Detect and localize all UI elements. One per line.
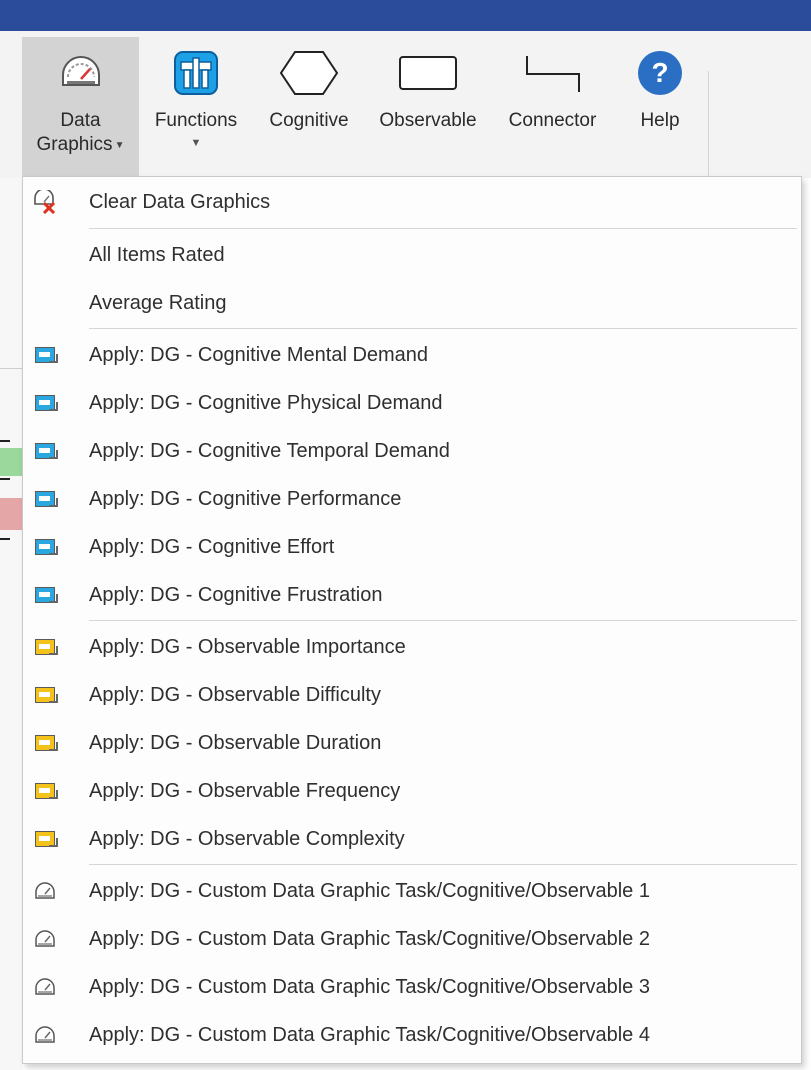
chevron-down-icon: ▼ <box>190 137 202 149</box>
gauge-icon <box>33 927 57 951</box>
functions-label: Functions <box>154 110 238 131</box>
menu-item-label: Apply: DG - Cognitive Performance <box>89 488 402 510</box>
blue-data-graphic-icon <box>35 395 58 411</box>
green-shape-fragment <box>0 448 22 476</box>
connector-button[interactable]: Connector <box>491 37 614 133</box>
gauge-icon <box>33 879 57 903</box>
data-graphics-label-line1: Data <box>60 110 101 131</box>
blue-data-graphic-icon <box>35 587 58 603</box>
menu-item-cognitive-physical-demand[interactable]: Apply: DG - Cognitive Physical Demand <box>23 380 801 426</box>
connector-icon <box>525 56 580 92</box>
menu-item-label: Apply: DG - Observable Difficulty <box>89 684 381 706</box>
menu-item-label: Apply: DG - Custom Data Graphic Task/Cog… <box>89 880 650 902</box>
menu-item-label: Apply: DG - Observable Frequency <box>89 780 401 802</box>
cognitive-button[interactable]: Cognitive <box>254 37 364 133</box>
help-icon: ? <box>638 51 682 95</box>
menu-item-label: Clear Data Graphics <box>89 191 271 213</box>
menu-item-custom-data-graphic-4[interactable]: Apply: DG - Custom Data Graphic Task/Cog… <box>23 1012 801 1058</box>
help-label: Help <box>640 110 680 131</box>
document-area-edge <box>0 178 22 1070</box>
menu-item-observable-duration[interactable]: Apply: DG - Observable Duration <box>23 720 801 766</box>
yellow-data-graphic-icon <box>35 639 58 655</box>
menu-item-observable-frequency[interactable]: Apply: DG - Observable Frequency <box>23 768 801 814</box>
rectangle-icon <box>399 56 457 90</box>
gauge-icon <box>61 56 100 86</box>
menu-item-average-rating[interactable]: Average Rating <box>23 280 801 326</box>
connector-label: Connector <box>508 110 597 131</box>
menu-separator <box>89 228 797 229</box>
functions-button[interactable]: Functions ▼ <box>141 37 251 153</box>
menu-item-observable-importance[interactable]: Apply: DG - Observable Importance <box>23 624 801 670</box>
menu-item-custom-data-graphic-1[interactable]: Apply: DG - Custom Data Graphic Task/Cog… <box>23 868 801 914</box>
menu-item-label: Apply: DG - Cognitive Frustration <box>89 584 383 606</box>
chevron-down-icon: ▼ <box>114 140 125 151</box>
menu-separator <box>89 328 797 329</box>
gauge-icon <box>33 975 57 999</box>
menu-item-label: Apply: DG - Custom Data Graphic Task/Cog… <box>89 1024 650 1046</box>
menu-item-clear-data-graphics[interactable]: Clear Data Graphics <box>23 179 801 225</box>
menu-item-label: Apply: DG - Observable Duration <box>89 732 382 754</box>
menu-item-label: Average Rating <box>89 292 227 314</box>
blue-data-graphic-icon <box>35 347 58 363</box>
observable-button[interactable]: Observable <box>367 37 489 133</box>
menu-item-cognitive-frustration[interactable]: Apply: DG - Cognitive Frustration <box>23 572 801 618</box>
menu-item-label: Apply: DG - Custom Data Graphic Task/Cog… <box>89 976 650 998</box>
gauge-icon <box>33 1023 57 1047</box>
menu-separator <box>89 864 797 865</box>
menu-item-label: Apply: DG - Cognitive Effort <box>89 536 335 558</box>
menu-item-observable-difficulty[interactable]: Apply: DG - Observable Difficulty <box>23 672 801 718</box>
menu-item-custom-data-graphic-2[interactable]: Apply: DG - Custom Data Graphic Task/Cog… <box>23 916 801 962</box>
red-shape-fragment <box>0 498 22 530</box>
blue-data-graphic-icon <box>35 491 58 507</box>
title-bar <box>0 0 811 31</box>
observable-label: Observable <box>379 110 477 131</box>
clear-data-graphics-icon <box>33 190 57 214</box>
ribbon: Data Graphics ▼ Functions ▼ Cognitive Ob… <box>0 31 811 206</box>
data-graphics-menu: Clear Data Graphics All Items Rated Aver… <box>22 176 802 1064</box>
menu-item-label: Apply: DG - Observable Importance <box>89 636 406 658</box>
data-graphics-button[interactable]: Data Graphics ▼ <box>22 37 139 178</box>
menu-item-observable-complexity[interactable]: Apply: DG - Observable Complexity <box>23 816 801 862</box>
yellow-data-graphic-icon <box>35 735 58 751</box>
help-button[interactable]: ? Help <box>616 37 704 133</box>
yellow-data-graphic-icon <box>35 783 58 799</box>
blue-data-graphic-icon <box>35 539 58 555</box>
menu-item-cognitive-effort[interactable]: Apply: DG - Cognitive Effort <box>23 524 801 570</box>
svg-text:?: ? <box>651 57 668 88</box>
data-graphics-label-line2: Graphics <box>36 134 113 155</box>
blue-data-graphic-icon <box>35 443 58 459</box>
menu-item-custom-data-graphic-3[interactable]: Apply: DG - Custom Data Graphic Task/Cog… <box>23 964 801 1010</box>
menu-item-label: Apply: DG - Observable Complexity <box>89 828 405 850</box>
menu-item-cognitive-performance[interactable]: Apply: DG - Cognitive Performance <box>23 476 801 522</box>
menu-item-label: Apply: DG - Custom Data Graphic Task/Cog… <box>89 928 650 950</box>
hexagon-icon <box>279 51 339 95</box>
menu-item-cognitive-mental-demand[interactable]: Apply: DG - Cognitive Mental Demand <box>23 332 801 378</box>
functions-icon <box>174 51 218 95</box>
menu-item-label: Apply: DG - Cognitive Temporal Demand <box>89 440 450 462</box>
menu-separator <box>89 620 797 621</box>
menu-item-cognitive-temporal-demand[interactable]: Apply: DG - Cognitive Temporal Demand <box>23 428 801 474</box>
yellow-data-graphic-icon <box>35 687 58 703</box>
cognitive-label: Cognitive <box>269 110 349 131</box>
menu-item-label: Apply: DG - Cognitive Physical Demand <box>89 392 443 414</box>
menu-item-label: All Items Rated <box>89 244 225 266</box>
yellow-data-graphic-icon <box>35 831 58 847</box>
menu-item-label: Apply: DG - Cognitive Mental Demand <box>89 344 429 366</box>
menu-item-all-items-rated[interactable]: All Items Rated <box>23 232 801 278</box>
